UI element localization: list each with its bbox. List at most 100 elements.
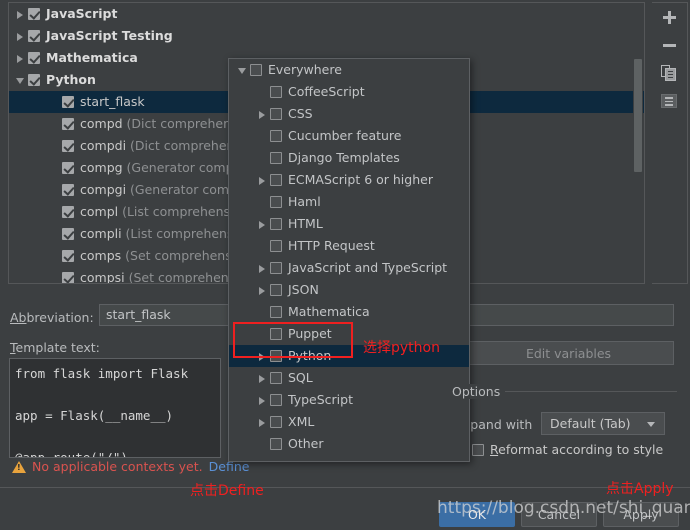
template-text-editor[interactable]: from flask import Flask app = Flask(__na… [9,358,221,458]
context-popup-item[interactable]: JSON [229,279,469,301]
context-checkbox[interactable] [270,218,282,230]
chevron-right-icon[interactable] [257,109,268,120]
context-popup-item[interactable]: Other [229,433,469,455]
restore-defaults-button[interactable] [652,87,686,115]
arrow-spacer [257,197,268,208]
context-popup-item[interactable]: TypeScript [229,389,469,411]
context-popup-item-label: XML [288,414,315,429]
reformat-label: Reformat according to style [490,442,664,457]
arrow-spacer [49,207,60,218]
template-checkbox[interactable] [62,162,74,174]
chevron-right-icon[interactable] [15,31,26,42]
expand-with-value: Default (Tab) [550,416,631,431]
list-icon [661,94,677,108]
chevron-right-icon[interactable] [257,175,268,186]
template-checkbox[interactable] [62,96,74,108]
annotation-select-python: 选择python [363,340,440,356]
context-popup-item-label: Mathematica [288,304,370,319]
context-popup-item[interactable]: CSS [229,103,469,125]
expand-with-select[interactable]: Default (Tab) [541,412,665,435]
context-popup-item[interactable]: ECMAScript 6 or higher [229,169,469,191]
chevron-down-icon[interactable] [237,65,248,76]
tree-scrollbar[interactable] [633,4,643,283]
annotation-click-define: 点击Define [190,483,264,499]
tree-row[interactable]: JavaScript Testing [9,25,644,47]
context-checkbox[interactable] [270,394,282,406]
context-popup-item[interactable]: HTTP Request [229,235,469,257]
chevron-right-icon[interactable] [257,351,268,362]
context-popup[interactable]: Everywhere CoffeeScript CSS Cucumber featur… [228,58,470,462]
template-checkbox[interactable] [28,52,40,64]
context-popup-item[interactable]: Mathematica [229,301,469,323]
reformat-checkbox-row[interactable]: Reformat according to style [472,442,663,457]
reformat-checkbox[interactable] [472,443,484,456]
context-popup-item[interactable]: CoffeeScript [229,81,469,103]
tree-toolbar [652,2,688,284]
context-checkbox[interactable] [270,86,282,98]
context-checkbox[interactable] [270,130,282,142]
template-checkbox[interactable] [62,272,74,283]
duplicate-template-button[interactable] [652,59,686,87]
template-checkbox[interactable] [62,206,74,218]
context-popup-item[interactable]: Haml [229,191,469,213]
context-popup-item[interactable]: HTML [229,213,469,235]
chevron-right-icon[interactable] [257,417,268,428]
chevron-right-icon[interactable] [257,373,268,384]
context-checkbox[interactable] [270,350,282,362]
chevron-right-icon[interactable] [257,219,268,230]
context-checkbox[interactable] [270,174,282,186]
context-popup-item[interactable]: Cucumber feature [229,125,469,147]
tree-row-label: JavaScript Testing [46,28,173,43]
chevron-right-icon[interactable] [15,9,26,20]
context-checkbox[interactable] [270,372,282,384]
context-popup-item[interactable]: Django Templates [229,147,469,169]
template-checkbox[interactable] [28,30,40,42]
chevron-right-icon[interactable] [15,53,26,64]
arrow-spacer [257,329,268,340]
context-checkbox[interactable] [250,64,262,76]
description-input[interactable] [463,304,674,326]
template-checkbox[interactable] [28,8,40,20]
context-popup-item[interactable]: SQL [229,367,469,389]
template-checkbox[interactable] [62,118,74,130]
template-checkbox[interactable] [62,250,74,262]
live-templates-dialog: JavaScript JavaScript Testing Mathematica P… [0,0,690,530]
context-checkbox[interactable] [270,108,282,120]
chevron-right-icon[interactable] [257,285,268,296]
context-popup-item[interactable]: Everywhere [229,59,469,81]
context-popup-item-label: CoffeeScript [288,84,365,99]
context-popup-item-label: ECMAScript 6 or higher [288,172,433,187]
tree-row-label: JavaScript [46,6,118,21]
remove-template-button[interactable] [652,31,686,59]
context-popup-item[interactable]: JavaScript and TypeScript [229,257,469,279]
context-checkbox[interactable] [270,306,282,318]
chevron-down-icon [647,422,655,427]
arrow-spacer [49,273,60,284]
context-checkbox[interactable] [270,284,282,296]
chevron-right-icon[interactable] [257,263,268,274]
arrow-spacer [49,185,60,196]
template-checkbox[interactable] [28,74,40,86]
template-checkbox[interactable] [62,228,74,240]
context-checkbox[interactable] [270,416,282,428]
edit-variables-button[interactable]: Edit variables [463,341,674,365]
template-checkbox[interactable] [62,184,74,196]
context-checkbox[interactable] [270,328,282,340]
tree-row-label: start_flask [80,94,145,109]
context-checkbox[interactable] [270,240,282,252]
context-popup-item-label: JavaScript and TypeScript [288,260,448,275]
arrow-spacer [257,241,268,252]
chevron-right-icon[interactable] [257,395,268,406]
context-checkbox[interactable] [270,438,282,450]
context-popup-list[interactable]: Everywhere CoffeeScript CSS Cucumber featur… [229,59,469,455]
tree-row-label: compli (List comprehension [80,226,253,241]
context-checkbox[interactable] [270,262,282,274]
template-checkbox[interactable] [62,140,74,152]
context-checkbox[interactable] [270,152,282,164]
context-popup-item[interactable]: XML [229,411,469,433]
chevron-down-icon[interactable] [15,75,26,86]
tree-row[interactable]: JavaScript [9,3,644,25]
add-template-button[interactable] [652,3,686,31]
context-checkbox[interactable] [270,196,282,208]
tree-scrollbar-thumb[interactable] [634,59,642,172]
